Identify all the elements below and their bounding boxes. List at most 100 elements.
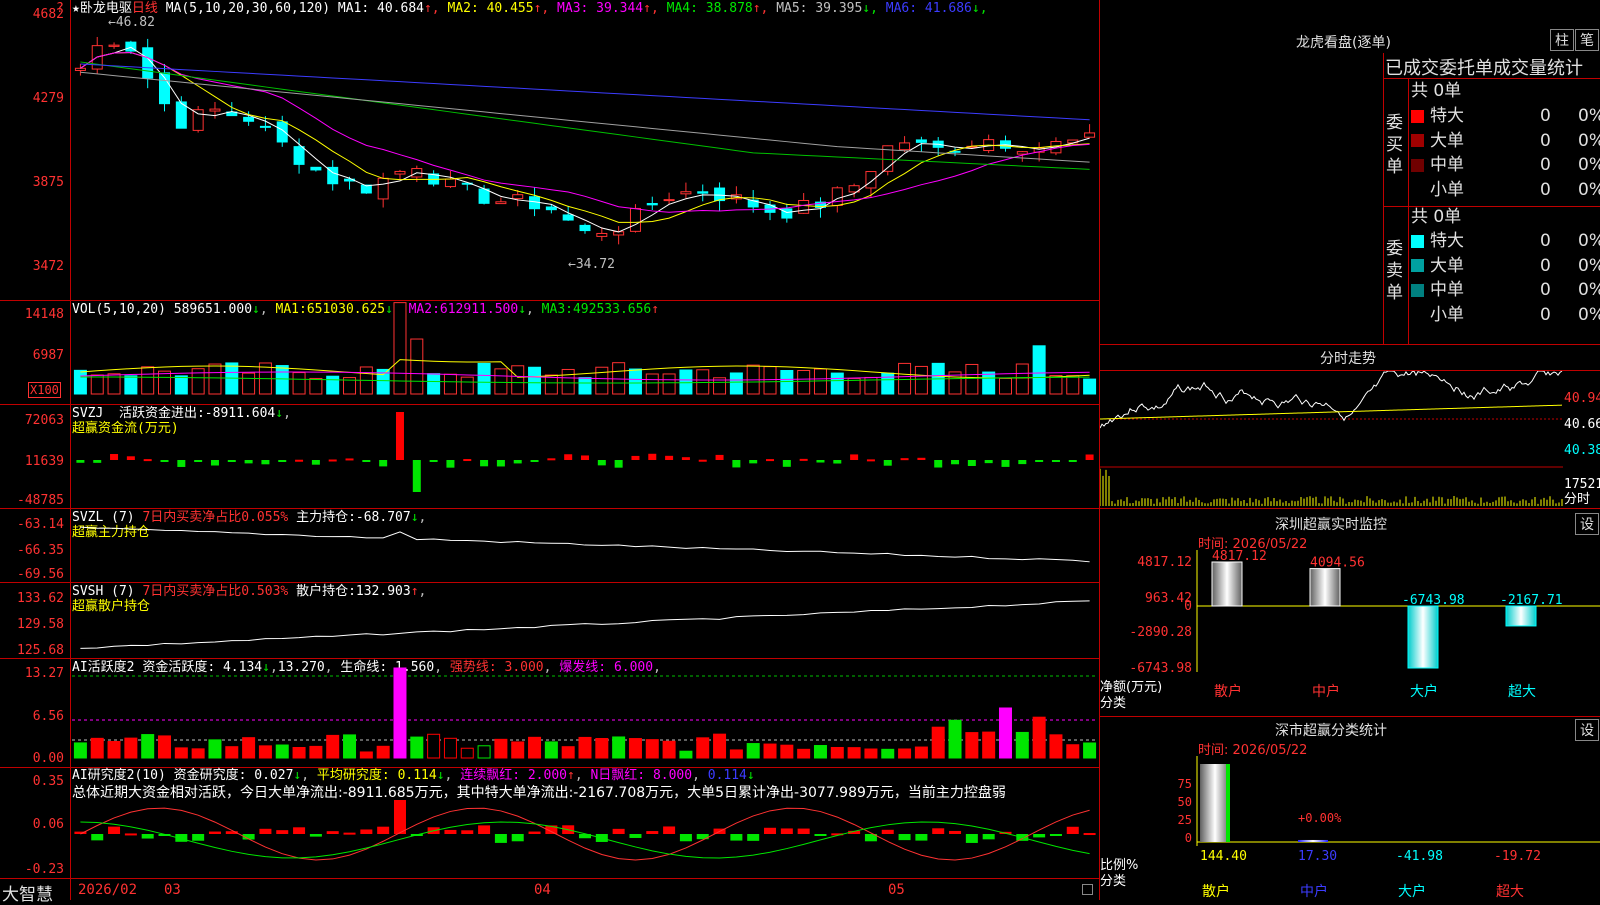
order-count: 0 — [1540, 155, 1551, 175]
sz-monitor-title: 深圳超赢实时监控 — [1275, 517, 1387, 533]
ai-research-bar — [293, 827, 306, 834]
buy-total: 共 0单 — [1411, 81, 1462, 101]
ai-activity-bar — [174, 747, 188, 759]
tab-tick-view[interactable]: 笔 — [1575, 29, 1599, 51]
ai-activity-bar — [713, 733, 727, 759]
svzj-bar — [1018, 460, 1027, 465]
tab-bar-view[interactable]: 柱 — [1550, 29, 1574, 51]
lock-icon[interactable] — [1082, 884, 1093, 895]
kline-candle — [1084, 132, 1096, 138]
ai-research-bar — [528, 831, 541, 834]
svzj-bar — [93, 460, 102, 463]
volume-bar — [158, 370, 172, 395]
ai-activity-bar — [645, 739, 659, 759]
svzj-bar — [850, 454, 859, 460]
ai-research-bar — [764, 827, 777, 834]
sz-class-settings-button[interactable]: 设 — [1575, 719, 1599, 741]
order-count: 0 — [1540, 130, 1551, 151]
ai-activity-bar — [292, 747, 306, 759]
monitor-ytick: 4817.12 — [1137, 555, 1192, 570]
ai-research-bar — [646, 831, 659, 834]
ai-activity-bar — [191, 748, 205, 759]
ai-research-bar — [108, 826, 121, 834]
ai-activity-bar — [612, 736, 626, 759]
volume-bar — [494, 368, 508, 395]
volume-bar — [1015, 363, 1029, 395]
volume-bar — [1083, 378, 1097, 395]
ai-activity-bar — [544, 741, 558, 759]
ai-activity-bar — [309, 745, 323, 759]
svzj-bar — [967, 460, 976, 466]
monitor-bar — [1505, 605, 1537, 627]
ai-activity-bar — [107, 741, 121, 759]
volume-bar — [612, 362, 626, 395]
volume-bar — [898, 362, 912, 395]
kline-candle — [579, 224, 591, 232]
ai-research-bar — [1049, 834, 1062, 836]
order-row: 小单 — [1411, 304, 1464, 326]
sz-monitor-settings-button[interactable]: 设 — [1575, 513, 1599, 535]
order-count: 0 — [1540, 179, 1551, 200]
price-ytick: 4682 — [32, 7, 64, 22]
kline-candle — [899, 142, 911, 151]
ai-research-bar — [326, 831, 339, 834]
intraday-svg[interactable] — [1100, 371, 1563, 507]
vol-unit[interactable]: X100 — [28, 382, 61, 398]
kline-candle — [377, 177, 389, 200]
ai-activity-bar — [1015, 731, 1029, 759]
ai-activity-bar — [158, 735, 172, 759]
monitor-bar — [1309, 568, 1341, 607]
ai-research-bar — [377, 826, 390, 834]
volume-bar — [578, 377, 592, 395]
svzj-bar — [564, 454, 573, 460]
sz-class-chart: 75 50 25 0 144.40 散户 17.30 中户 -41.98 大户 -19.72 超大 +0… — [1178, 756, 1600, 900]
ai-research-bar — [511, 834, 524, 842]
ai-res-ytick: -0.23 — [24, 862, 64, 877]
volume-bar — [561, 368, 575, 395]
order-size-label: 大单 — [1430, 255, 1464, 276]
ai-activity-bar — [359, 751, 373, 759]
ai-activity-bar — [578, 736, 592, 759]
order-size-label: 特大 — [1430, 106, 1464, 126]
kline-chart-area[interactable]: ★卧龙电驱日线 MA(5,10,20,30,60,120) MA1: 40.68… — [0, 0, 1100, 905]
ai-activity-bar — [763, 743, 777, 759]
svzj-bar — [799, 458, 808, 461]
monitor-value-label: 4817.12 — [1212, 550, 1267, 564]
class-ytick: 0 — [1185, 831, 1192, 845]
order-row: 小单 — [1411, 179, 1464, 201]
svzj-bar — [210, 460, 219, 466]
color-swatch — [1411, 234, 1424, 248]
svsh-ytick: 129.58 — [17, 617, 64, 632]
kline-candle — [781, 208, 793, 219]
ai-activity-bar — [1066, 744, 1080, 759]
kline-candle — [629, 207, 641, 232]
svzj-bar — [782, 460, 791, 467]
svzj-bar — [547, 458, 556, 461]
order-row: 大单 — [1411, 255, 1464, 277]
ai-activity-bar — [258, 745, 272, 759]
svzj-bar — [227, 460, 236, 462]
class-category-label: 中户 — [1300, 883, 1328, 900]
svzj-bar — [412, 460, 421, 492]
kline-candle — [865, 171, 877, 189]
ai-activity-bar — [528, 736, 542, 759]
ai-activity-bar — [965, 732, 979, 759]
price-ytick: 3472 — [32, 259, 64, 274]
ai-research-bar — [1083, 833, 1096, 836]
class-ytick: 75 — [1178, 777, 1192, 791]
svzj-bar — [698, 459, 707, 462]
volume-bar — [813, 368, 827, 395]
ai-research-bar — [393, 800, 406, 834]
ai-activity-bar — [460, 747, 474, 759]
kline-candle — [142, 47, 154, 79]
ai-activity-bar — [881, 748, 895, 759]
price-ytick: 4279 — [32, 91, 64, 106]
svzj-bar — [429, 460, 438, 462]
ai-act-ytick: 6.56 — [32, 709, 64, 724]
monitor-value-label: 4094.56 — [1310, 556, 1365, 571]
svzj-bar — [177, 460, 186, 467]
volume-bar — [595, 366, 609, 395]
ai-research-bar — [91, 834, 104, 841]
kline-svg: ←46.82 ←34.72 — [72, 15, 1098, 861]
kline-candle — [310, 166, 322, 171]
